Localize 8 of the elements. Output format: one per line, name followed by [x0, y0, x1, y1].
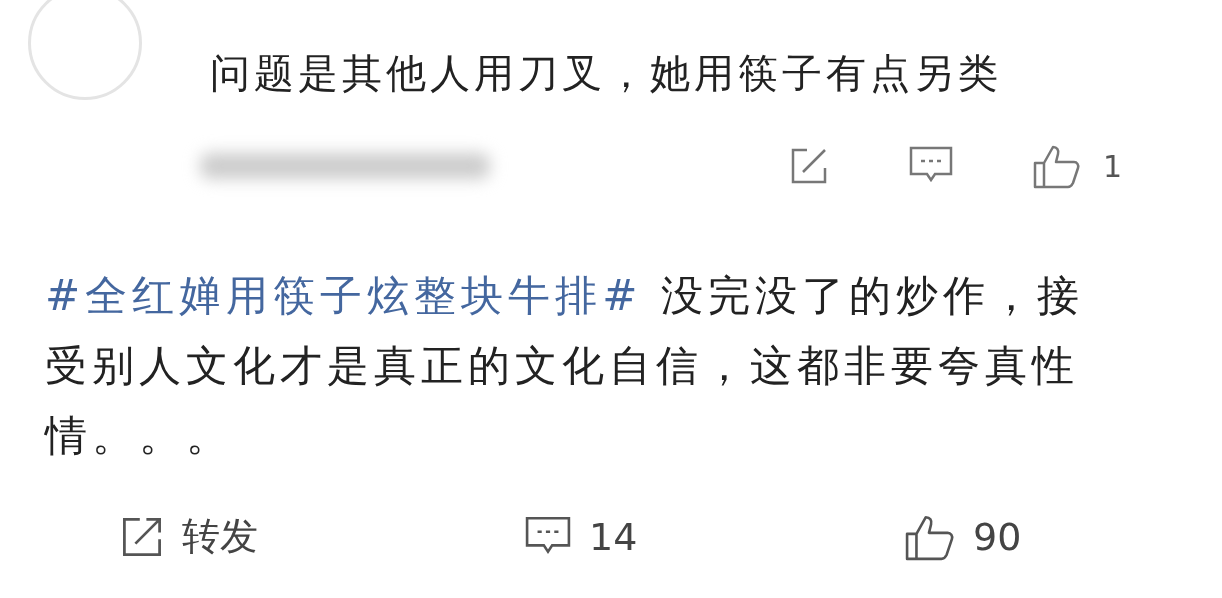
comment-text: 问题是其他人用刀叉，她用筷子有点另类 [210, 49, 1002, 98]
post-text: #全红婵用筷子炫整块牛排# 没完没了的炒作，接受别人文化才是真正的文化自信，这都非要夸真性情。。。 [45, 270, 1085, 462]
like-label: 90 [973, 514, 1022, 559]
comment-label: 14 [589, 514, 638, 559]
like-icon[interactable] [1032, 143, 1081, 189]
share-label: 转发 [182, 513, 258, 560]
like-count: 1 [1102, 148, 1122, 184]
hashtag-link[interactable]: #全红婵用筷子炫整块牛排# [45, 271, 643, 320]
